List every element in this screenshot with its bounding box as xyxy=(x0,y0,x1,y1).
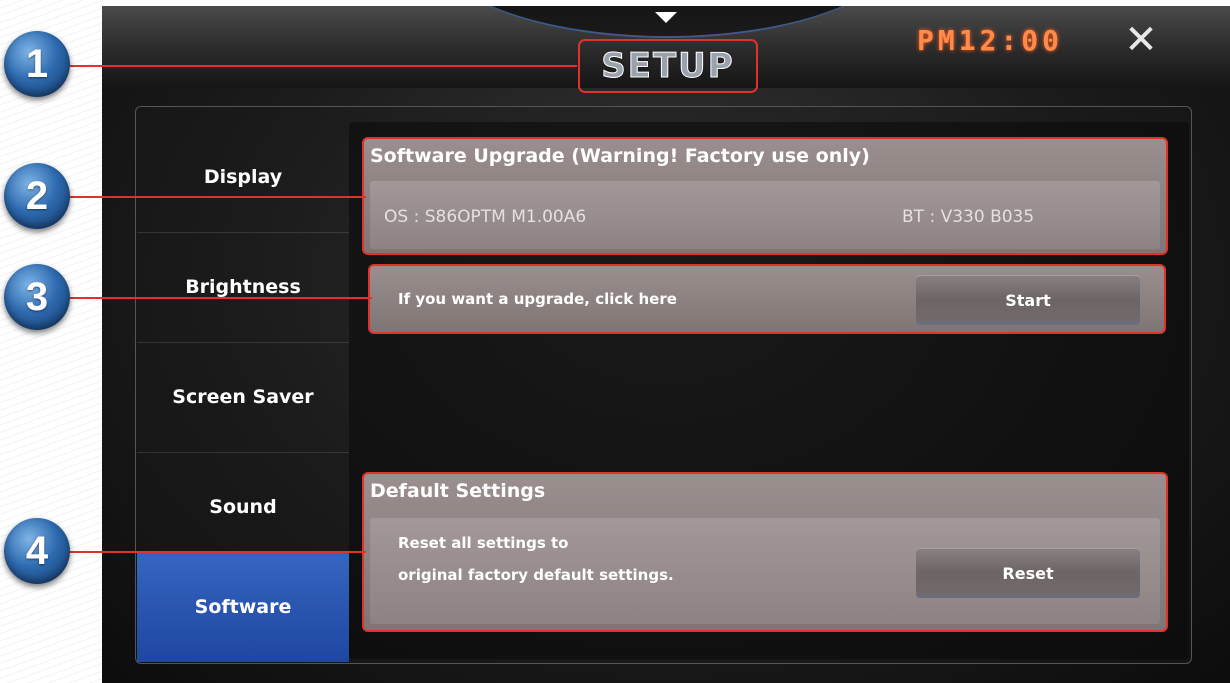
sidebar-item-label: Brightness xyxy=(185,276,301,298)
sidebar-item-label: Sound xyxy=(209,496,277,518)
version-info: OS : S86OPTM M1.00A6 BT : V330 B035 xyxy=(370,181,1160,249)
clock: PM12:00 xyxy=(917,24,1064,57)
callout-line-2 xyxy=(70,196,366,198)
sidebar-item-software[interactable]: Software xyxy=(137,552,349,662)
sidebar-item-label: Screen Saver xyxy=(172,386,314,408)
reset-description-line1: Reset all settings to xyxy=(398,534,569,552)
sidebar-item-screen-saver[interactable]: Screen Saver xyxy=(137,342,349,453)
sidebar-item-brightness[interactable]: Brightness xyxy=(137,232,349,343)
page-title-box: SETUP xyxy=(578,39,758,93)
close-icon: ✕ xyxy=(1124,17,1158,63)
software-upgrade-card: Software Upgrade (Warning! Factory use o… xyxy=(362,137,1168,255)
callout-badge-3: 3 xyxy=(4,264,70,330)
sidebar: Display Brightness Screen Saver Sound So… xyxy=(137,122,349,662)
callout-badge-4: 4 xyxy=(4,518,70,584)
sidebar-item-label: Software xyxy=(194,596,292,618)
callout-badge-2: 2 xyxy=(4,163,70,229)
default-settings-card: Default Settings Reset all settings to o… xyxy=(362,472,1168,632)
reset-description-line2: original factory default settings. xyxy=(398,566,674,584)
callout-line-1 xyxy=(70,65,577,67)
callout-badge-1: 1 xyxy=(4,31,70,97)
chevron-down-icon[interactable] xyxy=(655,12,677,23)
default-settings-title: Default Settings xyxy=(370,480,546,502)
default-settings-body: Reset all settings to original factory d… xyxy=(370,518,1160,624)
upgrade-prompt-text: If you want a upgrade, click here xyxy=(398,290,677,308)
close-button[interactable]: ✕ xyxy=(1117,16,1165,64)
callout-line-4 xyxy=(70,551,366,553)
content-area: Software Upgrade (Warning! Factory use o… xyxy=(349,122,1189,659)
callout-line-3 xyxy=(70,297,372,299)
upgrade-prompt-row: If you want a upgrade, click here Start xyxy=(368,264,1166,334)
sidebar-item-display[interactable]: Display xyxy=(137,122,349,233)
bt-version: BT : V330 B035 xyxy=(902,207,1035,227)
sidebar-item-sound[interactable]: Sound xyxy=(137,452,349,563)
os-version: OS : S86OPTM M1.00A6 xyxy=(384,207,587,227)
setup-screen: PM12:00 ✕ SETUP Display Brightness Scree… xyxy=(102,6,1230,683)
reset-button[interactable]: Reset xyxy=(916,548,1140,598)
software-upgrade-title: Software Upgrade (Warning! Factory use o… xyxy=(370,145,870,167)
start-button[interactable]: Start xyxy=(916,275,1140,325)
page-title: SETUP xyxy=(601,46,735,87)
sidebar-item-label: Display xyxy=(203,166,283,188)
